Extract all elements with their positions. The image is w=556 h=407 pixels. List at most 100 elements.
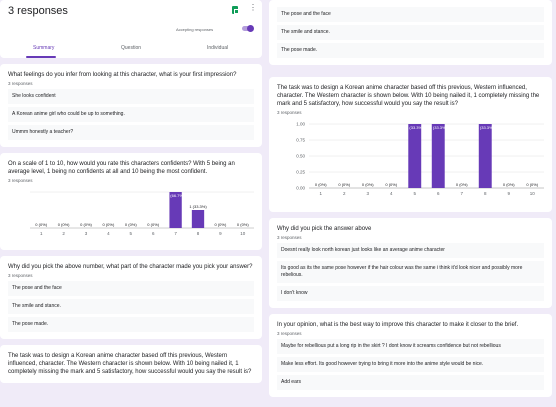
- bar-value-label: 0 (0%): [80, 222, 92, 227]
- y-tick-label: 0.25: [296, 170, 305, 175]
- active-tab-indicator: [26, 56, 56, 58]
- y-tick-label: 0.00: [296, 186, 305, 191]
- x-tick-label: 6: [437, 191, 440, 196]
- response-count-title: 3 responses: [8, 5, 68, 17]
- response-item: Ummm honestly a teacher?: [8, 125, 254, 140]
- y-tick-label: 0.50: [296, 154, 305, 159]
- tab-individual[interactable]: Individual: [207, 45, 228, 51]
- response-item: The smile and stance.: [8, 299, 254, 314]
- bar: [478, 124, 492, 188]
- response-count: 3 responses: [8, 273, 33, 278]
- bar-value-label: 0 (0%): [456, 182, 468, 187]
- response-item: The smile and stance.: [277, 25, 544, 40]
- sheets-icon[interactable]: [232, 6, 239, 14]
- bar-value-label: 0 (0%): [147, 222, 159, 227]
- question-card: Why did you pick the above number, what …: [0, 256, 262, 339]
- response-count: 3 responses: [8, 81, 33, 86]
- accepting-responses-toggle[interactable]: [242, 25, 254, 32]
- tab-question[interactable]: Question: [121, 45, 141, 51]
- response-item: The pose made.: [277, 43, 544, 58]
- question-card: On a scale of 1 to 10, how would you rat…: [0, 153, 262, 250]
- question-title: Why did you pick the answer above: [277, 226, 372, 232]
- x-tick-label: 2: [62, 231, 65, 236]
- bar-value-label: 0 (0%): [58, 222, 70, 227]
- x-tick-label: 6: [152, 231, 155, 236]
- response-count: 3 responses: [8, 178, 33, 183]
- bar: [431, 124, 445, 188]
- bar-value-label: 2 (66.7%): [167, 193, 185, 198]
- right-column: The pose and the face The smile and stan…: [269, 0, 552, 407]
- x-tick-label: 9: [507, 191, 510, 196]
- x-tick-label: 1: [319, 191, 322, 196]
- x-tick-label: 7: [174, 231, 177, 236]
- accepting-responses-label: Accepting responses: [176, 27, 214, 32]
- bar-value-label: 0 (0%): [215, 222, 227, 227]
- response-item: The pose made.: [8, 317, 254, 332]
- question-card: What feelings do you infer from looking …: [0, 64, 262, 147]
- question-title: On a scale of 1 to 10, how would you rat…: [8, 161, 235, 175]
- response-item: I don't know: [277, 286, 544, 301]
- x-tick-label: 8: [197, 231, 200, 236]
- question-card: In your opinion, what is the best way to…: [269, 314, 552, 397]
- form-header: 3 responses ⋮ Accepting responses Summar…: [0, 0, 262, 58]
- left-column: 3 responses ⋮ Accepting responses Summar…: [0, 0, 262, 407]
- y-tick-label: 1.00: [296, 122, 305, 127]
- x-tick-label: 5: [413, 191, 416, 196]
- question-card: Why did you pick the answer above 3 resp…: [269, 218, 552, 308]
- success-bar-chart: 0.00 0.25 0.50 0.75 1.00 0 (0%) 1 0 (0%) 2 0 (0%)…: [296, 122, 544, 196]
- question-title: The task was to design a Korean anime ch…: [277, 85, 540, 107]
- bar-value-label: 1 (33.3%): [477, 125, 495, 130]
- response-item: Make less effort. Its good however tryin…: [277, 357, 544, 372]
- x-tick-label: 3: [366, 191, 369, 196]
- bar-value-label: 1 (33.3%): [430, 125, 448, 130]
- bar-value-label: 0 (0%): [385, 182, 397, 187]
- x-tick-label: 5: [130, 231, 133, 236]
- response-item: Add ears: [277, 375, 544, 390]
- response-item: Doesnt really look north korean just loo…: [277, 243, 544, 258]
- question-title: In your opinion, what is the best way to…: [277, 322, 519, 328]
- bar-value-label: 0 (0%): [103, 222, 115, 227]
- question-card: The task was to design a Korean anime ch…: [0, 345, 262, 383]
- x-tick-label: 4: [107, 231, 110, 236]
- bar: [408, 124, 422, 188]
- bar-value-label: 0 (0%): [315, 182, 327, 187]
- x-tick-label: 4: [390, 191, 393, 196]
- bar-value-label: 0 (0%): [237, 222, 249, 227]
- bar-value-label: 0 (0%): [125, 222, 137, 227]
- x-tick-label: 10: [530, 191, 536, 196]
- bar-value-label: 0 (0%): [338, 182, 350, 187]
- more-options-icon[interactable]: ⋮: [249, 4, 257, 12]
- bar-value-label: 0 (0%): [362, 182, 374, 187]
- bar-value-label: 1 (33.3%): [406, 125, 424, 130]
- bar-value-label: 1 (33.3%): [189, 204, 207, 209]
- x-tick-label: 2: [343, 191, 346, 196]
- tab-summary[interactable]: Summary: [33, 45, 54, 51]
- question-title: Why did you pick the above number, what …: [8, 264, 253, 270]
- bar-value-label: 0 (0%): [35, 222, 47, 227]
- question-title: What feelings do you infer from looking …: [8, 72, 237, 78]
- response-item: Its good as its the same pose however if…: [277, 261, 544, 283]
- x-tick-label: 10: [240, 231, 246, 236]
- question-card: The pose and the face The smile and stan…: [269, 0, 552, 65]
- confidence-bar-chart: 0 (0%) 1 0 (0%) 2 0 (0%) 3 0 (0%) 4 0 (0%) 5 0 (0%…: [30, 191, 254, 236]
- response-item: Maybe for rebellious put a long rip in t…: [277, 339, 544, 354]
- response-count: 3 responses: [277, 110, 302, 115]
- response-item: A Korean anime girl who could be up to s…: [8, 107, 254, 122]
- x-tick-label: 3: [85, 231, 88, 236]
- y-tick-label: 0.75: [296, 138, 305, 143]
- question-title: The task was to design a Korean anime ch…: [8, 353, 252, 375]
- bar: [191, 210, 205, 228]
- bar-value-label: 0 (0%): [503, 182, 515, 187]
- response-item: She looks confident: [8, 89, 254, 104]
- response-item: The pose and the face: [277, 7, 544, 22]
- x-tick-label: 1: [40, 231, 43, 236]
- x-tick-label: 9: [219, 231, 222, 236]
- response-count: 3 responses: [277, 235, 302, 240]
- tab-bar: Summary Question Individual: [0, 42, 262, 58]
- response-count: 3 responses: [277, 331, 302, 336]
- question-card: The task was to design a Korean anime ch…: [269, 77, 552, 212]
- bar-value-label: 0 (0%): [526, 182, 538, 187]
- x-tick-label: 8: [484, 191, 487, 196]
- response-item: The pose and the face: [8, 281, 254, 296]
- x-tick-label: 7: [460, 191, 463, 196]
